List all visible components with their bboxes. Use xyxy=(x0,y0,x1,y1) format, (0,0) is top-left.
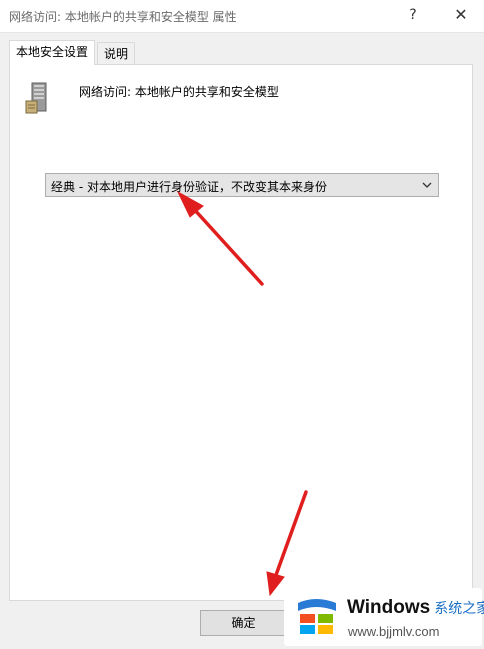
tab-panel: 网络访问: 本地帐户的共享和安全模型 经典 - 对本地用户进行身份验证，不改变其… xyxy=(9,64,473,601)
ok-button[interactable]: 确定 xyxy=(200,610,287,636)
policy-name: 网络访问: 本地帐户的共享和安全模型 xyxy=(79,85,279,99)
server-computer-icon xyxy=(25,82,47,114)
dropdown-selected-value: 经典 - 对本地用户进行身份验证，不改变其本来身份 xyxy=(51,180,327,194)
security-model-dropdown[interactable]: 经典 - 对本地用户进行身份验证，不改变其本来身份 xyxy=(45,173,439,197)
watermark-url: www.bjjmlv.com xyxy=(348,624,440,639)
title-bar: 网络访问: 本地帐户的共享和安全模型 属性 ? ✕ xyxy=(0,0,484,33)
window-title: 网络访问: 本地帐户的共享和安全模型 属性 xyxy=(9,10,237,24)
watermark-brand: Windows 系统之家 xyxy=(347,597,484,618)
chevron-down-icon xyxy=(422,182,432,188)
tab-explain[interactable]: 说明 xyxy=(97,42,136,64)
watermark: Windows 系统之家 www.bjjmlv.com xyxy=(284,588,484,646)
close-button[interactable]: ✕ xyxy=(438,0,484,32)
tab-local-security-setting[interactable]: 本地安全设置 xyxy=(9,40,96,65)
windows-logo-icon xyxy=(298,599,336,634)
help-button[interactable]: ? xyxy=(390,0,436,32)
